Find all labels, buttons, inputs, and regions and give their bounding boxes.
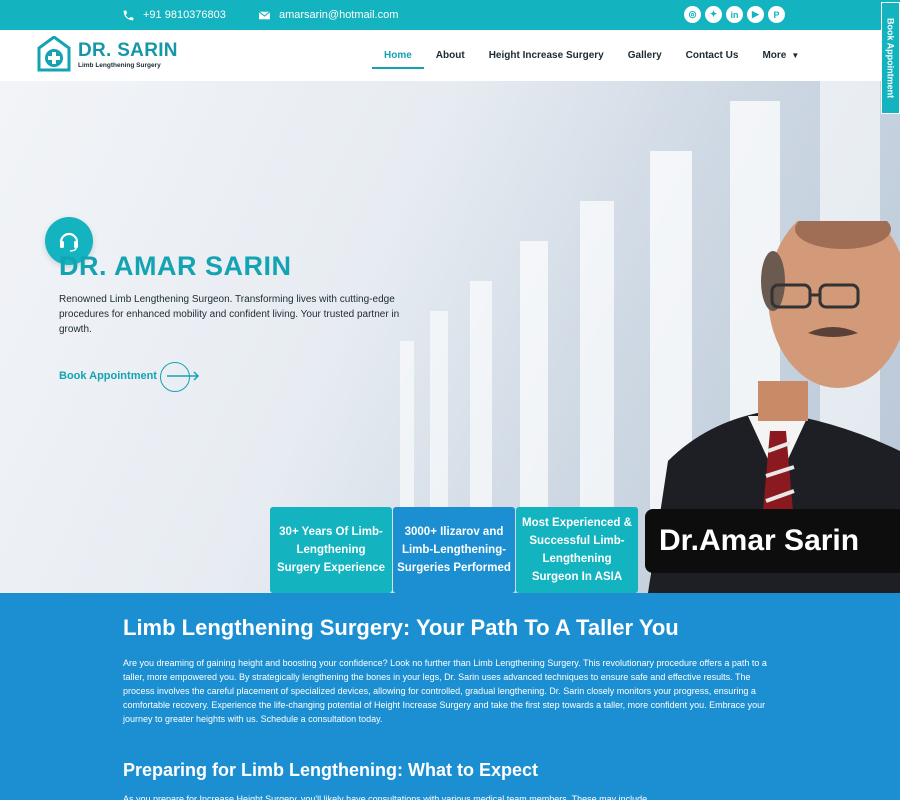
side-tab-label: Book Appointment [885, 17, 896, 99]
preparing-paragraph: As you prepare for Increase Height Surge… [123, 794, 648, 804]
site-header: DR. SARIN Limb Lengthening Surgery Home … [0, 30, 900, 81]
main-nav: Home About Height Increase Surgery Galle… [372, 30, 811, 81]
youtube-icon[interactable]: ▶ [747, 6, 764, 23]
hero-section: DR. AMAR SARIN Renowned Limb Lengthening… [0, 81, 900, 593]
phone-contact[interactable]: +91 9810376803 [122, 0, 226, 30]
preparing-heading: Preparing for Limb Lengthening: What to … [123, 760, 539, 780]
book-appointment-side-tab[interactable]: Book Appointment [881, 2, 900, 114]
headset-icon [59, 232, 79, 252]
phone-icon [123, 10, 134, 20]
nav-contact-us[interactable]: Contact Us [674, 30, 751, 81]
site-logo[interactable]: DR. SARIN Limb Lengthening Surgery [36, 36, 178, 74]
book-appointment-label: Book Appointment [59, 370, 157, 382]
email-contact[interactable]: amarsarin@hotmail.com [258, 0, 398, 30]
doctor-name-plate: Dr.Amar Sarin [645, 509, 900, 573]
stat-surgeries: 3000+ Ilizarov and Limb-Lengthening-Surg… [393, 507, 515, 593]
nav-height-increase-surgery[interactable]: Height Increase Surgery [477, 30, 616, 81]
top-bar: +91 9810376803 amarsarin@hotmail.com ◎ ✦… [0, 0, 900, 30]
phone-number: +91 9810376803 [143, 9, 226, 21]
nav-about[interactable]: About [424, 30, 477, 81]
nav-more[interactable]: More ▼ [750, 30, 811, 81]
intro-heading: Limb Lengthening Surgery: Your Path To A… [123, 615, 679, 640]
stat-experience: 30+ Years Of Limb-Lengthening Surgery Ex… [270, 507, 392, 593]
nav-home[interactable]: Home [372, 30, 424, 81]
logo-subtitle: Limb Lengthening Surgery [78, 62, 161, 69]
instagram-icon[interactable]: ◎ [684, 6, 701, 23]
chevron-down-icon: ▼ [791, 51, 800, 60]
pinterest-icon[interactable]: P [768, 6, 785, 23]
logo-mark-icon [37, 36, 71, 72]
nav-more-label: More [762, 50, 787, 61]
hero-title: DR. AMAR SARIN [59, 251, 292, 281]
intro-section: Limb Lengthening Surgery: Your Path To A… [0, 593, 900, 804]
cta-circle-decoration [160, 362, 190, 392]
email-address: amarsarin@hotmail.com [279, 9, 399, 21]
logo-title: DR. SARIN [78, 40, 178, 61]
linkedin-icon[interactable]: in [726, 6, 743, 23]
stat-most-experienced: Most Experienced & Successful Limb-Lengt… [516, 507, 638, 593]
envelope-icon [258, 10, 271, 19]
nav-gallery[interactable]: Gallery [616, 30, 674, 81]
intro-paragraph: Are you dreaming of gaining height and b… [123, 658, 767, 724]
twitter-icon[interactable]: ✦ [705, 6, 722, 23]
social-links: ◎ ✦ in ▶ P [684, 6, 785, 23]
hero-description: Renowned Limb Lengthening Surgeon. Trans… [59, 294, 400, 335]
book-appointment-link[interactable]: Book Appointment [59, 362, 201, 392]
